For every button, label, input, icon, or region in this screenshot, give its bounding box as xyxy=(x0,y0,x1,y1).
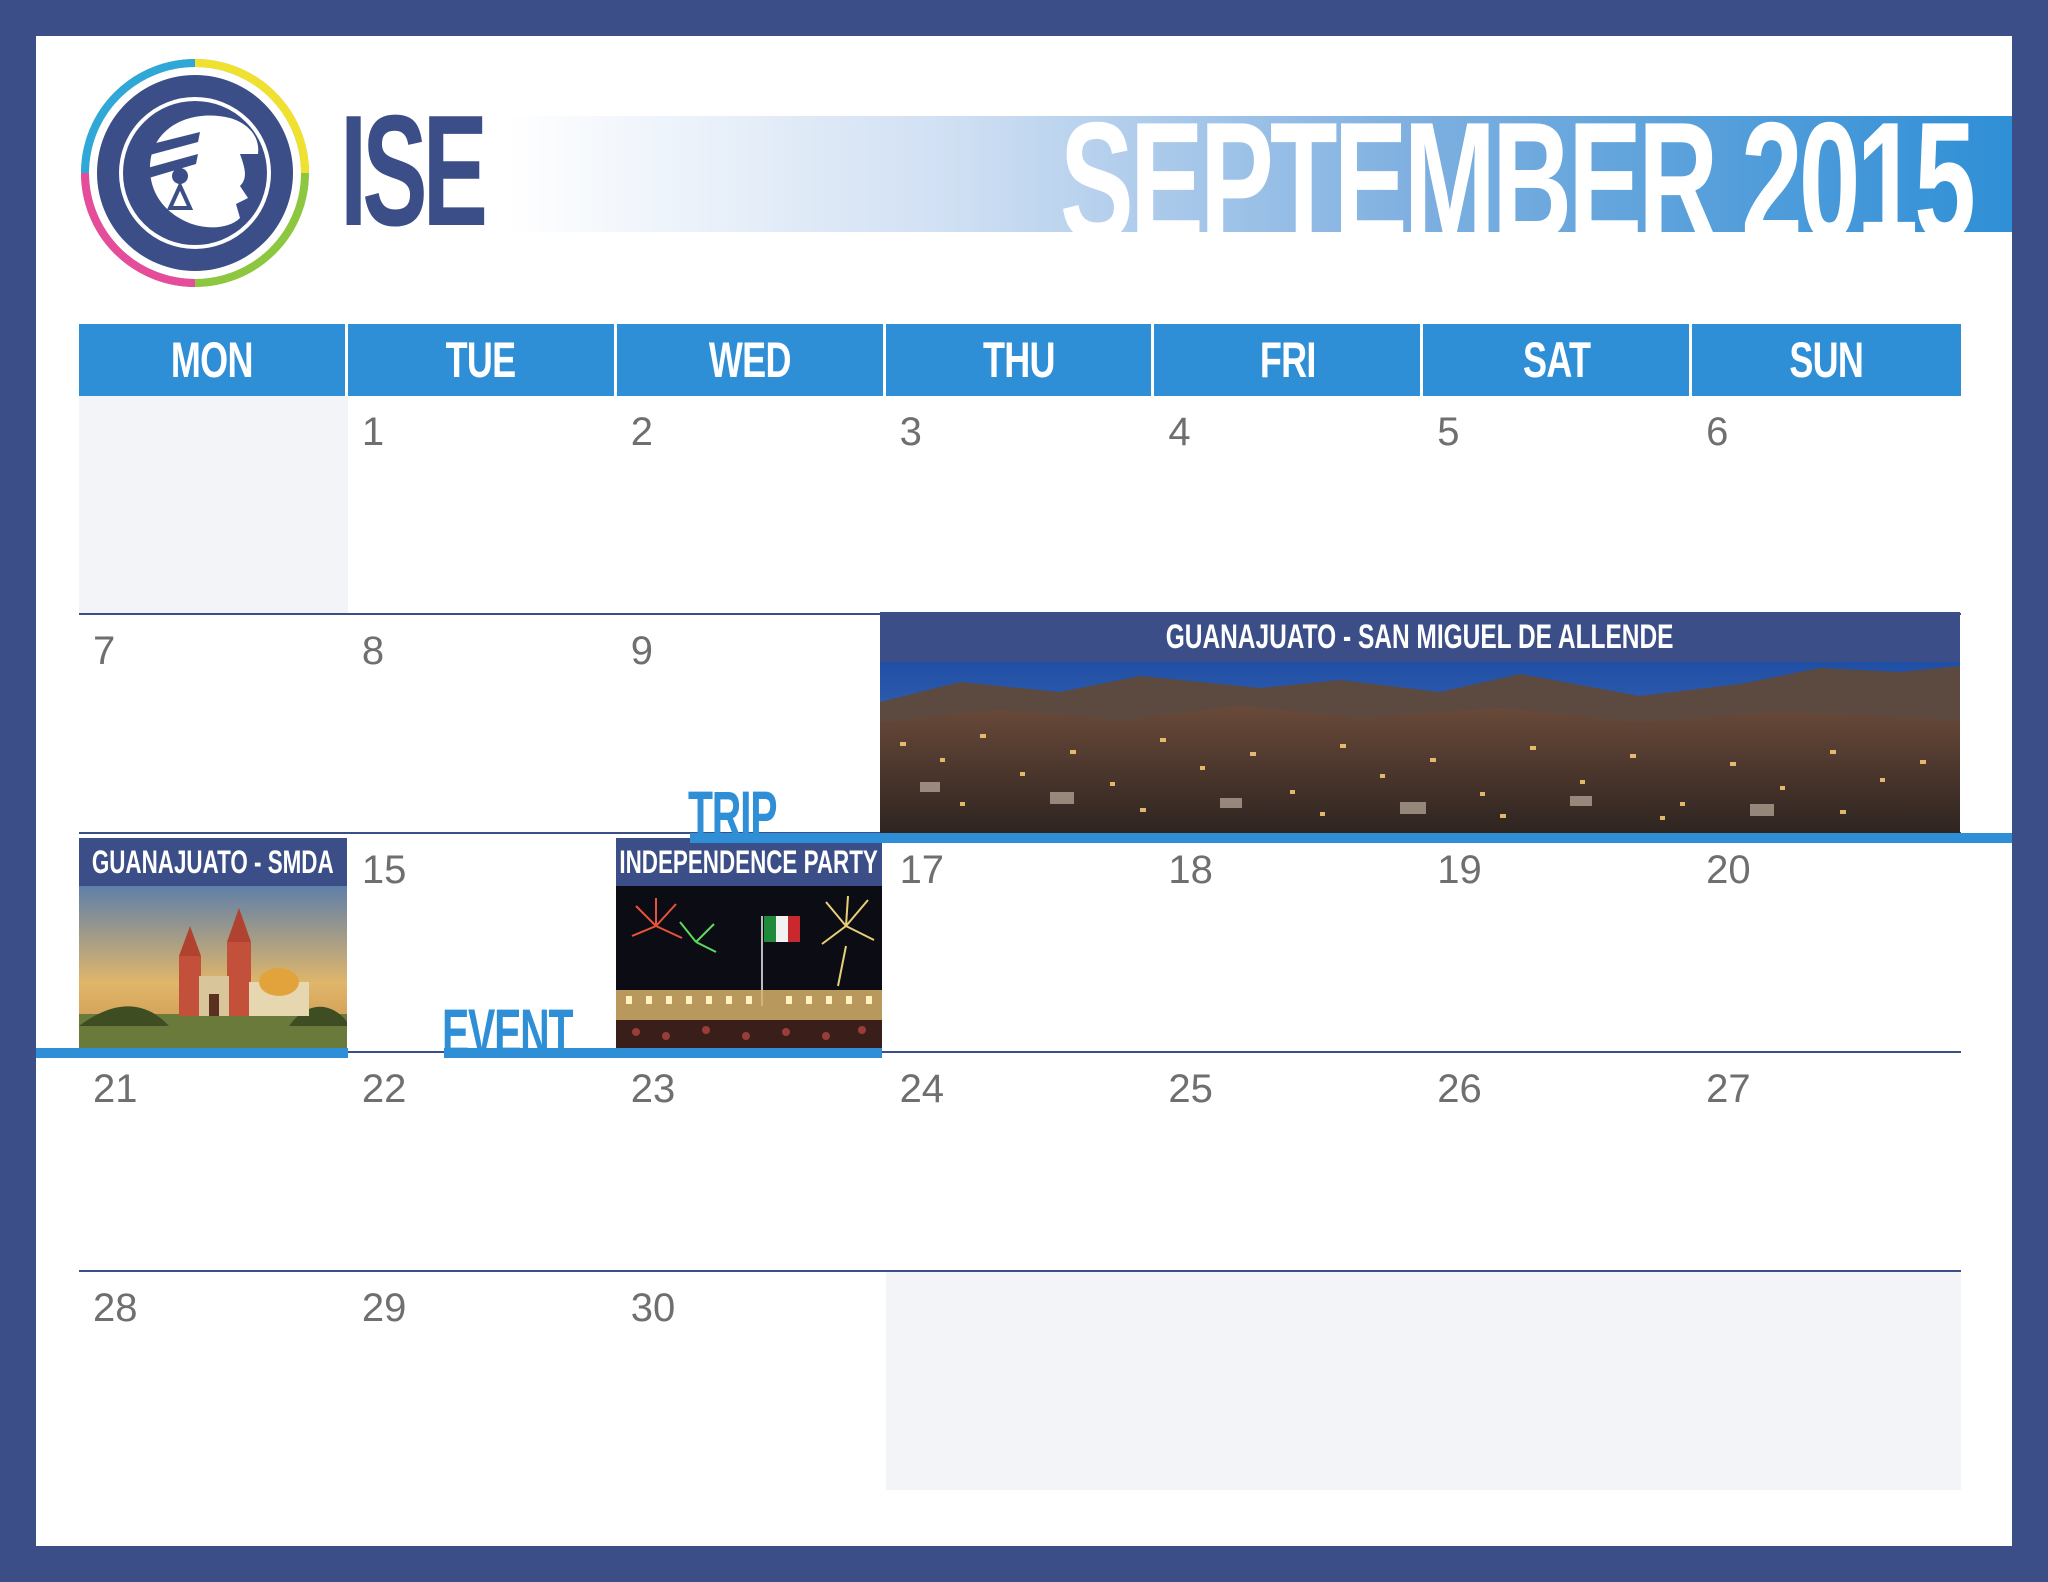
weekday-sun: SUN xyxy=(1692,324,1961,396)
trip-banner-title: GUANAJUATO - SAN MIGUEL DE ALLENDE xyxy=(1166,617,1674,656)
day-cell-empty xyxy=(1423,1272,1693,1490)
day-cell[interactable]: 24 xyxy=(886,1053,1155,1270)
day-cell[interactable]: 6 xyxy=(1692,396,1961,613)
weekday-sat: SAT xyxy=(1423,324,1693,396)
weekday-mon: MON xyxy=(79,324,348,396)
event-category-line-left xyxy=(36,1048,348,1058)
week-row: 21 22 23 24 25 26 27 xyxy=(79,1053,1961,1272)
day-number: 7 xyxy=(93,629,116,673)
trip-smda-header: GUANAJUATO - SMDA xyxy=(79,838,347,886)
day-number: 6 xyxy=(1706,410,1729,454)
day-number: 26 xyxy=(1437,1067,1482,1111)
day-cell[interactable]: 26 xyxy=(1423,1053,1692,1270)
day-number: 5 xyxy=(1437,410,1460,454)
trip-banner-event[interactable]: GUANAJUATO - SAN MIGUEL DE ALLENDE xyxy=(880,612,1960,833)
day-cell[interactable]: 2 xyxy=(617,396,886,613)
page-title: SEPTEMBER 2015 xyxy=(1059,87,1976,275)
weekday-wed: WED xyxy=(616,324,886,396)
ise-logo-icon xyxy=(81,59,309,287)
day-number: 27 xyxy=(1706,1067,1751,1111)
day-cell[interactable]: 20 xyxy=(1692,834,1961,1051)
day-cell-empty xyxy=(1154,1272,1424,1490)
day-cell[interactable]: 29 xyxy=(348,1272,617,1490)
day-cell[interactable]: 19 xyxy=(1423,834,1692,1051)
day-number: 24 xyxy=(899,1067,945,1111)
week-row: 28 29 30 xyxy=(79,1272,1961,1490)
day-number: 29 xyxy=(361,1286,407,1330)
day-cell[interactable]: 3 xyxy=(886,396,1155,613)
trip-banner-header: GUANAJUATO - SAN MIGUEL DE ALLENDE xyxy=(880,612,1960,662)
day-number: 15 xyxy=(361,848,407,892)
trip-smda-event[interactable]: GUANAJUATO - SMDA xyxy=(79,838,347,1048)
day-cell-empty xyxy=(885,1272,1155,1490)
day-cell[interactable]: 18 xyxy=(1154,834,1423,1051)
day-cell[interactable]: 28 xyxy=(79,1272,348,1490)
day-cell[interactable]: 17 xyxy=(886,834,1155,1051)
day-cell[interactable]: 30 xyxy=(617,1272,886,1490)
event-category-label: EVENT xyxy=(442,995,573,1069)
day-cell[interactable]: 21 xyxy=(79,1053,348,1270)
day-number: 8 xyxy=(361,629,385,673)
weekday-tue: TUE xyxy=(347,324,617,396)
day-cell[interactable]: 27 xyxy=(1692,1053,1961,1270)
day-number: 28 xyxy=(93,1286,138,1330)
trip-smda-title: GUANAJUATO - SMDA xyxy=(92,843,334,880)
day-number: 17 xyxy=(899,848,945,892)
day-number: 21 xyxy=(93,1067,138,1111)
day-number: 19 xyxy=(1437,848,1482,892)
day-number: 30 xyxy=(630,1286,676,1330)
day-number: 4 xyxy=(1168,410,1191,454)
trip-category-line xyxy=(690,833,2012,843)
day-number: 3 xyxy=(899,410,922,454)
day-cell-empty xyxy=(1692,1272,1961,1490)
day-cell[interactable]: 1 xyxy=(348,396,617,613)
day-cell[interactable]: 23 xyxy=(617,1053,886,1270)
calendar-page: ISE SEPTEMBER 2015 MON TUE WED THU FRI S… xyxy=(36,36,2012,1546)
day-number: 2 xyxy=(630,410,653,454)
event-category-line-right xyxy=(444,1048,882,1058)
day-number: 20 xyxy=(1706,848,1751,892)
day-number: 22 xyxy=(361,1067,407,1111)
day-cell[interactable]: 25 xyxy=(1154,1053,1423,1270)
weekday-header: MON TUE WED THU FRI SAT SUN xyxy=(79,324,1961,396)
church-photo xyxy=(79,886,347,1048)
day-number: 23 xyxy=(630,1067,676,1111)
day-cell[interactable]: 8 xyxy=(348,615,617,832)
independence-party-event[interactable]: INDEPENDENCE PARTY xyxy=(616,838,882,1048)
day-cell[interactable]: 4 xyxy=(1154,396,1423,613)
weekday-fri: FRI xyxy=(1154,324,1424,396)
day-number: 25 xyxy=(1168,1067,1213,1111)
week-row: 15 17 18 19 20 xyxy=(79,834,1961,1053)
day-number: 18 xyxy=(1168,848,1213,892)
day-cell[interactable]: 22 xyxy=(348,1053,617,1270)
day-cell[interactable]: 5 xyxy=(1423,396,1692,613)
fireworks-photo xyxy=(616,886,882,1048)
day-cell-empty xyxy=(79,396,348,613)
weekday-thu: THU xyxy=(885,324,1155,396)
week-row: 1 2 3 4 5 6 xyxy=(79,396,1961,615)
city-night-photo xyxy=(880,662,1960,833)
day-number: 9 xyxy=(630,629,653,673)
day-cell[interactable]: 7 xyxy=(79,615,348,832)
brand-name: ISE xyxy=(340,83,488,259)
day-number: 1 xyxy=(361,410,385,454)
calendar-grid: 1 2 3 4 5 6 7 8 9 15 17 18 19 20 21 22 2… xyxy=(79,396,1961,1490)
